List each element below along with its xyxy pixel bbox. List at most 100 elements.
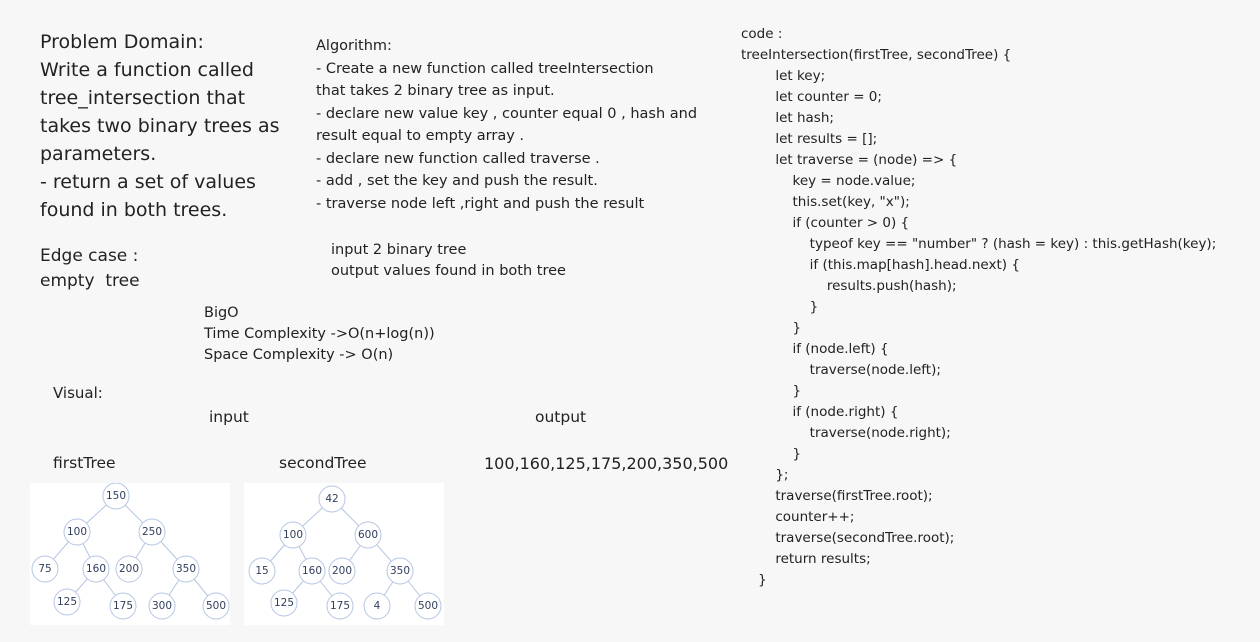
svg-text:175: 175 — [330, 600, 350, 612]
algorithm-line: result equal to empty array . — [316, 128, 524, 144]
svg-text:175: 175 — [113, 600, 133, 612]
tree-node: 200 — [328, 557, 356, 585]
code-line: traverse(firstTree.root); — [741, 488, 933, 504]
code-line: results.push(hash); — [741, 278, 957, 294]
tree-node: 75 — [31, 555, 59, 583]
tree-node: 200 — [115, 555, 143, 583]
svg-text:250: 250 — [142, 526, 162, 538]
big-o-section: BigO Time Complexity ->O(n+log(n)) Space… — [204, 303, 435, 366]
svg-text:500: 500 — [418, 600, 438, 612]
svg-text:150: 150 — [106, 490, 126, 502]
svg-text:125: 125 — [274, 597, 294, 609]
svg-text:160: 160 — [86, 563, 106, 575]
algorithm-section: Algorithm: - Create a new function calle… — [316, 35, 697, 215]
second-tree-label: secondTree — [279, 454, 367, 472]
problem-domain-title: Problem Domain: — [40, 31, 204, 53]
code-line: traverse(node.left); — [741, 362, 941, 378]
problem-line: tree_intersection that — [40, 87, 246, 109]
tree-node: 350 — [172, 555, 200, 583]
tree-node: 175 — [326, 592, 354, 620]
algorithm-line: - declare new value key , counter equal … — [316, 105, 698, 122]
code-line: let traverse = (node) => { — [741, 152, 958, 168]
code-line: traverse(secondTree.root); — [741, 530, 955, 546]
second-tree-diagram: 42 100 600 15 160 200 350 125 175 4 500 — [244, 483, 444, 625]
first-tree-svg: 150 100 250 75 160 200 350 125 175 300 5… — [31, 483, 230, 620]
svg-text:75: 75 — [38, 563, 51, 575]
code-line: } — [741, 299, 819, 315]
io-line: output values found in both tree — [331, 263, 566, 279]
space-complexity: Space Complexity -> O(n) — [204, 347, 394, 363]
tree-node: 42 — [318, 485, 346, 513]
edge-case-line: empty tree — [40, 271, 140, 291]
tree-node: 125 — [270, 589, 298, 617]
svg-text:200: 200 — [332, 565, 352, 577]
first-tree-diagram: 150 100 250 75 160 200 350 125 175 300 5… — [30, 483, 230, 625]
code-line: treeIntersection(firstTree, secondTree) … — [741, 47, 1012, 63]
svg-text:4: 4 — [374, 600, 381, 612]
big-o-title: BigO — [204, 305, 239, 321]
code-line: if (this.map[hash].head.next) { — [741, 257, 1020, 273]
problem-line: found in both trees. — [40, 199, 228, 221]
tree-node: 100 — [279, 521, 307, 549]
output-values: 100,160,125,175,200,350,500 — [484, 454, 729, 473]
svg-text:100: 100 — [283, 529, 303, 541]
code-line: key = node.value; — [741, 173, 916, 189]
tree-node: 160 — [298, 557, 326, 585]
svg-text:200: 200 — [119, 563, 139, 575]
time-complexity: Time Complexity ->O(n+log(n)) — [204, 326, 435, 342]
svg-text:15: 15 — [255, 565, 268, 577]
edge-case-title: Edge case : — [40, 246, 139, 266]
svg-text:125: 125 — [57, 596, 77, 608]
svg-text:42: 42 — [325, 493, 338, 505]
code-line: let key; — [741, 68, 826, 84]
code-line: this.set(key, "x"); — [741, 194, 910, 210]
code-line: } — [741, 383, 802, 399]
tree-node: 160 — [82, 555, 110, 583]
algorithm-title: Algorithm: — [316, 38, 392, 54]
tree-node: 350 — [386, 557, 414, 585]
tree-node: 150 — [102, 483, 130, 510]
code-line: return results; — [741, 551, 871, 567]
code-line: if (counter > 0) { — [741, 215, 910, 231]
code-line: counter++; — [741, 509, 855, 525]
code-line: } — [741, 320, 802, 336]
svg-text:300: 300 — [152, 600, 172, 612]
code-line: typeof key == "number" ? (hash = key) : … — [741, 236, 1217, 252]
tree-node: 125 — [53, 588, 81, 616]
input-label: input — [209, 408, 249, 426]
algorithm-line: - traverse node left ,right and push the… — [316, 195, 645, 212]
code-line: }; — [741, 467, 789, 483]
code-line: let counter = 0; — [741, 89, 882, 105]
problem-line: - return a set of values — [40, 171, 256, 193]
code-line: traverse(node.right); — [741, 425, 951, 441]
tree-node: 300 — [148, 592, 176, 620]
problem-line: parameters. — [40, 143, 157, 165]
problem-line: Write a function called — [40, 59, 254, 81]
tree-node: 250 — [138, 518, 166, 546]
tree-node: 175 — [109, 592, 137, 620]
io-line: input 2 binary tree — [331, 242, 467, 258]
tree-node: 600 — [354, 521, 382, 549]
algorithm-line: - declare new function called traverse . — [316, 150, 600, 167]
code-line: let hash; — [741, 110, 834, 126]
code-line: } — [741, 446, 802, 462]
algorithm-line: - Create a new function called treeInter… — [316, 60, 654, 77]
tree-node: 4 — [363, 592, 391, 620]
svg-text:350: 350 — [390, 565, 410, 577]
visual-label: Visual: — [53, 384, 103, 402]
algorithm-line: - add , set the key and push the result. — [316, 173, 598, 189]
output-label: output — [535, 408, 587, 426]
tree-node: 15 — [248, 557, 276, 585]
svg-text:500: 500 — [206, 600, 226, 612]
tree-node: 100 — [63, 518, 91, 546]
first-tree-label: firstTree — [53, 454, 116, 472]
algorithm-line: that takes 2 binary tree as input. — [316, 83, 555, 99]
svg-text:350: 350 — [176, 563, 196, 575]
tree-node: 500 — [202, 592, 230, 620]
edge-case-section: Edge case : empty tree — [40, 244, 140, 294]
code-line: let results = []; — [741, 131, 878, 147]
second-tree-svg: 42 100 600 15 160 200 350 125 175 4 500 — [248, 485, 442, 620]
svg-text:600: 600 — [358, 529, 378, 541]
problem-domain: Problem Domain: Write a function called … — [40, 28, 280, 224]
code-line: if (node.left) { — [741, 341, 889, 357]
